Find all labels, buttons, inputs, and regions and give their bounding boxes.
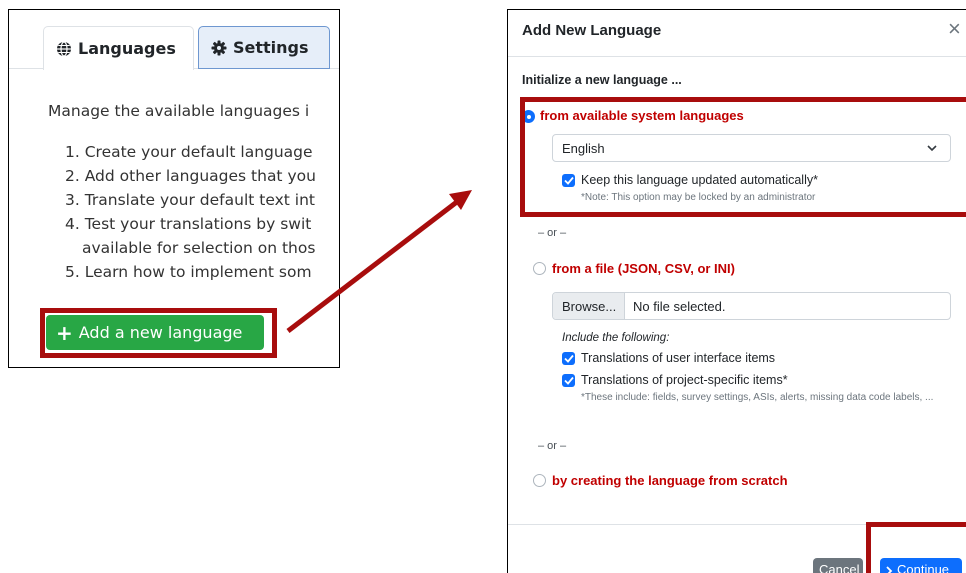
cancel-label: Cancel [819,562,860,573]
init-label: Initialize a new language ... [522,73,682,87]
add-language-dialog: Add New Language × Initialize a new lang… [507,9,966,573]
include-project-label: Translations of project-specific items* [581,373,788,387]
close-icon[interactable]: × [948,18,961,40]
option-from-scratch-label: by creating the language from scratch [552,473,788,488]
include-project-checkbox[interactable] [562,374,575,387]
continue-label: Continue [897,562,950,573]
file-name-display: No file selected. [633,298,726,314]
browse-button[interactable]: Browse... [553,293,625,319]
or-separator: – or – [538,440,567,452]
radio-from-file[interactable] [533,262,546,275]
cancel-button[interactable]: Cancel [813,558,863,573]
include-project-note: *These include: fields, survey settings,… [581,392,934,403]
radio-from-scratch[interactable] [533,474,546,487]
globe-icon [57,40,71,57]
tab-languages-label: Languages [78,39,176,58]
file-input[interactable]: Browse... No file selected. [552,292,951,320]
include-label: Include the following: [562,332,670,344]
checkmark-icon [563,354,574,363]
option-from-file-label: from a file (JSON, CSV, or INI) [552,261,736,276]
continue-button[interactable]: Continue [880,558,962,573]
or-separator: – or – [538,227,567,239]
highlight-box-system-languages [520,97,966,217]
include-ui-label: Translations of user interface items [581,351,776,365]
include-ui-checkbox[interactable] [562,352,575,365]
dialog-title: Add New Language [522,22,662,39]
chevron-right-icon [886,566,893,573]
checkmark-icon [563,376,574,385]
dialog-header-divider [508,56,966,57]
tab-languages[interactable]: Languages [43,26,194,70]
